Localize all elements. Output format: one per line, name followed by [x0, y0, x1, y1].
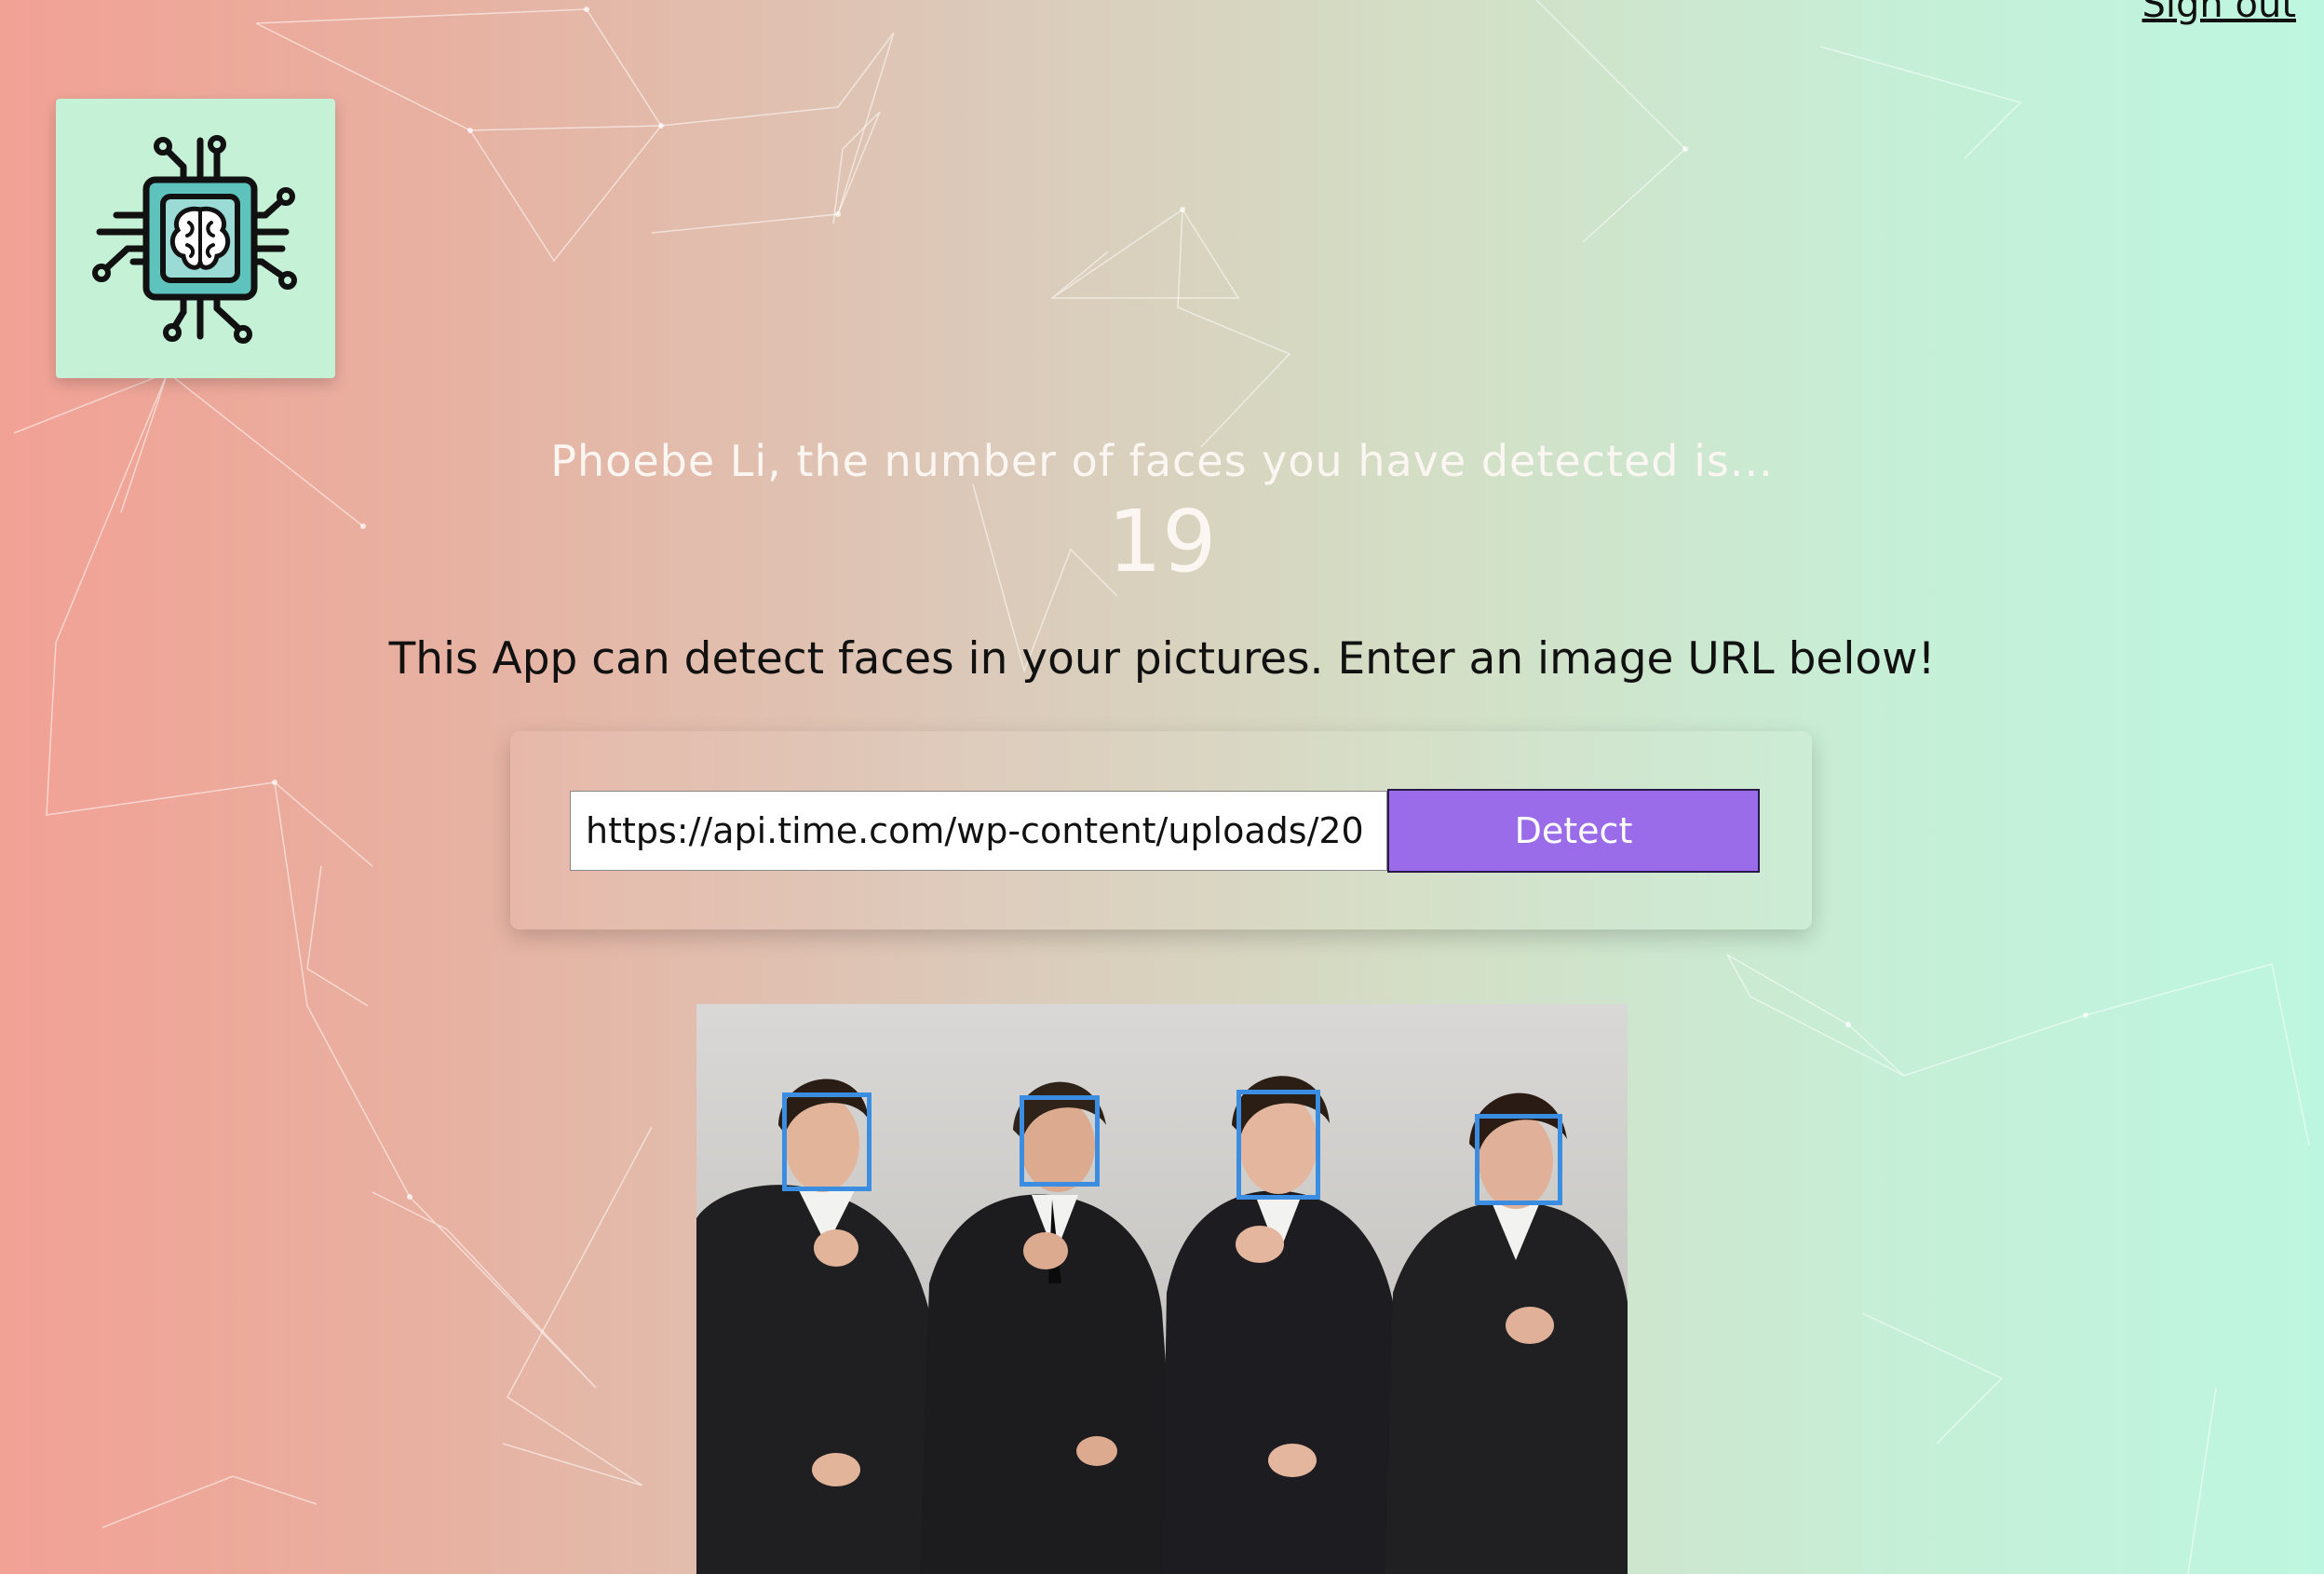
signout-link[interactable]: Sign out — [2142, 0, 2296, 26]
detect-button[interactable]: Detect — [1387, 789, 1760, 873]
face-detection-image — [696, 1004, 1628, 1574]
intro-text: This App can detect faces in your pictur… — [388, 633, 1936, 685]
rank-count: 19 — [1107, 492, 1217, 591]
brain-chip-icon — [92, 135, 297, 344]
face-bounding-box — [1236, 1090, 1320, 1200]
face-bounding-box — [1020, 1095, 1100, 1187]
group-photo — [696, 1004, 1628, 1574]
rank-message: Phoebe Li, the number of faces you have … — [550, 436, 1774, 486]
image-url-input[interactable] — [570, 791, 1387, 871]
face-bounding-box — [782, 1092, 872, 1191]
face-bounding-box — [1475, 1114, 1562, 1205]
image-link-form: Detect — [510, 731, 1812, 929]
logo[interactable] — [56, 99, 335, 378]
